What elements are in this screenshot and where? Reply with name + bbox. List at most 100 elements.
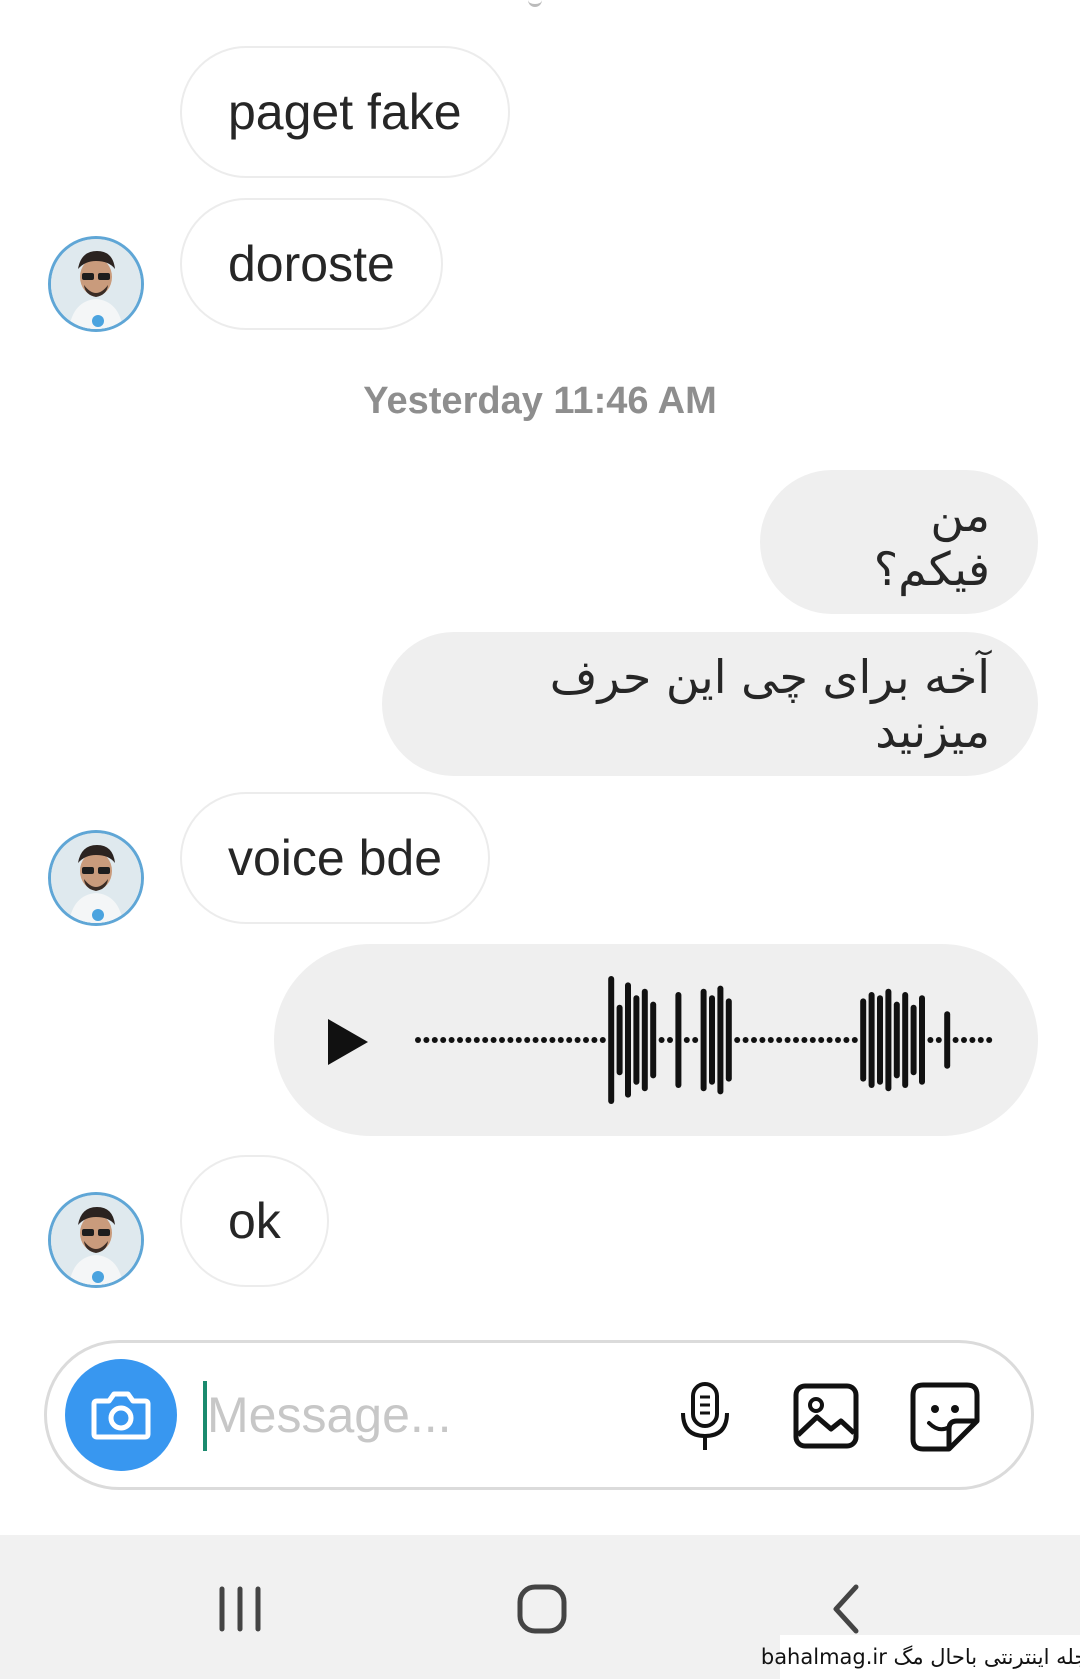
home-icon[interactable] [516, 1583, 568, 1635]
message-timestamp: Yesterday 11:46 AM [363, 380, 717, 422]
watermark: bahalmag.ir مجله اینترنتی باحال مگ [761, 1635, 1080, 1679]
message-text: paget fake [228, 84, 462, 140]
waveform-dot [969, 1037, 976, 1043]
waveform-dot [818, 1037, 825, 1043]
message-text: من فیکم؟ [873, 488, 990, 596]
waveform-bar [633, 995, 640, 1085]
waveform-dot [784, 1037, 791, 1043]
avatar[interactable] [48, 830, 144, 926]
waveform-dot [683, 1037, 690, 1043]
waveform-dot [473, 1037, 480, 1043]
incoming-message-bubble[interactable]: doroste [180, 198, 443, 330]
waveform-dot [742, 1037, 749, 1043]
waveform-dot [431, 1037, 438, 1043]
waveform-dot [835, 1037, 841, 1043]
waveform-dot [583, 1037, 589, 1043]
waveform-dot [499, 1037, 505, 1043]
waveform-bar [919, 995, 925, 1085]
waveform-dot [927, 1037, 934, 1043]
microphone-icon[interactable] [677, 1381, 733, 1453]
incoming-message-bubble[interactable]: voice bde [180, 792, 491, 924]
waveform-dot [793, 1037, 799, 1043]
recents-icon[interactable] [216, 1585, 264, 1633]
waveform-dot [776, 1037, 783, 1043]
message-text: ok [228, 1193, 281, 1249]
gallery-icon[interactable] [793, 1383, 859, 1449]
waveform-dot [759, 1037, 766, 1043]
waveform-dot [935, 1037, 942, 1043]
camera-button[interactable] [65, 1359, 177, 1471]
incoming-message-bubble[interactable]: paget fake [180, 46, 510, 178]
waveform-dot [692, 1037, 699, 1043]
waveform-bar [709, 995, 715, 1085]
waveform-dot [415, 1037, 421, 1043]
avatar[interactable] [48, 1192, 144, 1288]
waveform-dot [751, 1037, 757, 1043]
waveform-dot [515, 1037, 522, 1043]
waveform-dot [507, 1037, 514, 1043]
play-icon[interactable] [324, 1016, 372, 1068]
outgoing-message-bubble[interactable]: من فیکم؟ [760, 470, 1038, 614]
waveform-bar [877, 995, 883, 1085]
avatar-photo [51, 239, 141, 329]
message-text: voice bde [228, 830, 443, 886]
waveform-dot [986, 1037, 993, 1043]
avatar[interactable] [48, 236, 144, 332]
waveform-dot [490, 1037, 497, 1043]
waveform-dot [524, 1037, 531, 1043]
message-text: آخه برای چی این حرف میزنید [549, 650, 990, 758]
back-icon[interactable] [828, 1583, 864, 1635]
waveform-bar [700, 988, 707, 1092]
waveform-dot [977, 1037, 984, 1043]
waveform-dot [532, 1037, 539, 1043]
message-composer: Message... [44, 1340, 1034, 1490]
message-text: doroste [228, 236, 395, 292]
waveform-bar [944, 1011, 951, 1069]
waveform-dot [826, 1037, 833, 1043]
waveform-bar [860, 998, 867, 1082]
waveform-bar [675, 992, 682, 1088]
waveform-dot [961, 1037, 967, 1043]
waveform-dot [767, 1037, 774, 1043]
waveform-dot [952, 1037, 959, 1043]
waveform-bar [910, 1004, 917, 1076]
waveform-bar [885, 988, 892, 1092]
waveform-dot [448, 1037, 455, 1043]
waveform-dot [734, 1037, 741, 1043]
waveform-dot [843, 1037, 850, 1043]
waveform-dot [440, 1037, 447, 1043]
waveform-bar [608, 976, 615, 1104]
waveform-dot [851, 1037, 858, 1043]
waveform-bar [725, 998, 732, 1082]
voice-waveform[interactable] [414, 974, 998, 1106]
waveform-dot [599, 1037, 606, 1043]
waveform-dot [809, 1037, 816, 1043]
waveform-bar [893, 1001, 900, 1079]
waveform-dot [566, 1037, 573, 1043]
waveform-dot [482, 1037, 489, 1043]
waveform-bar [641, 988, 648, 1092]
waveform-bar [868, 992, 875, 1088]
voice-message-bubble[interactable] [274, 944, 1038, 1136]
avatar-photo [51, 1195, 141, 1285]
sticker-icon[interactable] [909, 1381, 981, 1453]
outgoing-message-bubble[interactable]: آخه برای چی این حرف میزنید [382, 632, 1038, 776]
waveform-dot [457, 1037, 463, 1043]
incoming-message-bubble[interactable]: ok [180, 1155, 329, 1287]
waveform-dot [591, 1037, 598, 1043]
waveform-dot [658, 1037, 665, 1043]
waveform-dot [801, 1037, 808, 1043]
waveform-bar [717, 985, 724, 1095]
avatar-photo [51, 833, 141, 923]
message-input[interactable]: Message... [207, 1385, 627, 1445]
waveform-bar [902, 992, 909, 1088]
waveform-bar [625, 982, 631, 1098]
waveform-dot [465, 1037, 472, 1043]
waveform-dot [574, 1037, 581, 1043]
waveform-dot [541, 1037, 547, 1043]
camera-icon [91, 1391, 151, 1440]
waveform-dot [557, 1037, 564, 1043]
waveform-bar [616, 1004, 623, 1076]
waveform-dot [667, 1037, 673, 1043]
top-fragment [528, 0, 542, 7]
